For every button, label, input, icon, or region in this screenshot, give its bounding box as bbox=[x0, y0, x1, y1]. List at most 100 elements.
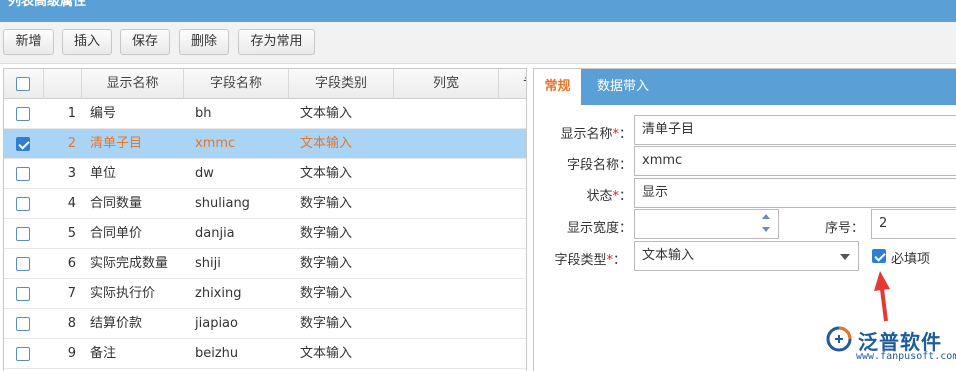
row-checkbox-cell[interactable] bbox=[4, 189, 44, 219]
select-all-checkbox[interactable] bbox=[16, 77, 30, 91]
display-width-input[interactable] bbox=[634, 209, 779, 239]
row-number: 2 bbox=[67, 136, 76, 151]
row-checkbox-cell[interactable] bbox=[4, 339, 44, 369]
cell-field-name[interactable]: beizhu bbox=[195, 339, 289, 369]
fanpu-logo-icon bbox=[826, 326, 852, 352]
header-field-name[interactable]: 字段名称 bbox=[184, 69, 289, 99]
cell-field-type[interactable]: 文本输入 bbox=[300, 159, 394, 189]
delete-button[interactable]: 删除 bbox=[179, 29, 229, 55]
cell-field-type[interactable]: 数字输入 bbox=[300, 189, 394, 219]
row-checkbox-cell[interactable] bbox=[4, 279, 44, 309]
required-checkbox[interactable] bbox=[872, 249, 888, 265]
table-row[interactable]: 5 合同单价 danjia 数字输入 bbox=[4, 219, 526, 249]
window-titlebar: 列表高级属性 bbox=[0, 0, 956, 22]
field-name-input[interactable]: xmmc bbox=[634, 146, 956, 176]
chevron-down-icon[interactable] bbox=[840, 254, 850, 260]
table-row[interactable]: 6 实际完成数量 shiji 数字输入 bbox=[4, 249, 526, 279]
header-select-all[interactable] bbox=[4, 69, 44, 99]
row-checkbox[interactable] bbox=[16, 137, 30, 151]
field-type-label-text: 字段类型 bbox=[554, 253, 607, 268]
cell-field-type[interactable]: 数字输入 bbox=[300, 309, 394, 339]
cell-field-name[interactable]: dw bbox=[195, 159, 289, 189]
row-checkbox-cell[interactable] bbox=[4, 309, 44, 339]
row-checkbox[interactable] bbox=[16, 317, 30, 331]
field-grid: 显示名称 字段名称 字段类别 列宽 专 1 编号 bh 文本输入 2 清单子目 xmmc 文本… bbox=[3, 68, 527, 371]
display-name-label: 显示名称*： bbox=[560, 127, 632, 142]
row-checkbox[interactable] bbox=[16, 227, 30, 241]
cell-field-name[interactable]: jiapiao bbox=[195, 309, 289, 339]
cell-field-type[interactable]: 文本输入 bbox=[300, 129, 394, 159]
required-star: * bbox=[606, 253, 613, 268]
cell-field-name[interactable]: shiji bbox=[195, 249, 289, 279]
cell-field-type[interactable]: 文本输入 bbox=[300, 99, 394, 129]
save-common-button[interactable]: 存为常用 bbox=[238, 29, 315, 55]
display-width-label: 显示宽度： bbox=[566, 221, 632, 236]
seq-input[interactable]: 2 bbox=[871, 209, 956, 239]
cell-field-name[interactable]: danjia bbox=[195, 219, 289, 249]
field-name-label: 字段名称： bbox=[566, 158, 632, 173]
header-display-name[interactable]: 显示名称 bbox=[82, 69, 184, 99]
insert-button[interactable]: 插入 bbox=[62, 29, 112, 55]
field-type-select[interactable]: 文本输入 bbox=[634, 241, 859, 271]
row-checkbox[interactable] bbox=[16, 107, 30, 121]
row-checkbox[interactable] bbox=[16, 167, 30, 181]
cell-display-name[interactable]: 合同单价 bbox=[90, 219, 184, 249]
cell-display-name[interactable]: 清单子目 bbox=[90, 129, 184, 159]
row-number: 1 bbox=[67, 106, 76, 121]
display-name-label-text: 显示名称 bbox=[560, 127, 613, 142]
field-type-label: 字段类型*： bbox=[554, 253, 626, 268]
cell-field-name[interactable]: bh bbox=[195, 99, 289, 129]
cell-display-name[interactable]: 备注 bbox=[90, 339, 184, 369]
header-field-type[interactable]: 字段类别 bbox=[289, 69, 394, 99]
toolbar: 新增 插入 保存 删除 存为常用 bbox=[0, 22, 956, 64]
status-label: 状态*： bbox=[586, 189, 632, 204]
cell-field-type[interactable]: 数字输入 bbox=[300, 219, 394, 249]
row-number: 8 bbox=[67, 316, 76, 331]
row-checkbox-cell[interactable] bbox=[4, 159, 44, 189]
field-type-value: 文本输入 bbox=[642, 248, 695, 263]
table-row[interactable]: 1 编号 bh 文本输入 bbox=[4, 99, 526, 129]
cell-display-name[interactable]: 合同数量 bbox=[90, 189, 184, 219]
add-button[interactable]: 新增 bbox=[3, 29, 54, 55]
cell-field-type[interactable]: 文本输入 bbox=[300, 339, 394, 369]
row-number: 7 bbox=[67, 286, 76, 301]
tab-data-import[interactable]: 数据带入 bbox=[597, 69, 667, 105]
status-input[interactable]: 显示 bbox=[634, 178, 956, 208]
row-checkbox-cell[interactable] bbox=[4, 219, 44, 249]
header-rownum bbox=[44, 69, 82, 99]
table-row[interactable]: 9 备注 beizhu 文本输入 bbox=[4, 339, 526, 369]
save-button[interactable]: 保存 bbox=[120, 29, 170, 55]
width-spinner[interactable] bbox=[760, 210, 772, 238]
spin-down-icon[interactable] bbox=[762, 227, 770, 232]
cell-field-name[interactable]: zhixing bbox=[195, 279, 289, 309]
table-row[interactable]: 8 结算价款 jiapiao 数字输入 bbox=[4, 309, 526, 339]
row-number: 9 bbox=[67, 346, 76, 361]
cell-field-name[interactable]: shuliang bbox=[195, 189, 289, 219]
display-name-input[interactable]: 清单子目 bbox=[634, 115, 956, 145]
spin-up-icon[interactable] bbox=[762, 214, 770, 219]
row-checkbox[interactable] bbox=[16, 197, 30, 211]
row-checkbox-cell[interactable] bbox=[4, 249, 44, 279]
row-checkbox[interactable] bbox=[16, 287, 30, 301]
table-row[interactable]: 2 清单子目 xmmc 文本输入 bbox=[4, 129, 526, 159]
cell-display-name[interactable]: 实际执行价 bbox=[90, 279, 184, 309]
cell-display-name[interactable]: 编号 bbox=[90, 99, 184, 129]
cell-display-name[interactable]: 单位 bbox=[90, 159, 184, 189]
cell-field-type[interactable]: 数字输入 bbox=[300, 249, 394, 279]
tab-general[interactable]: 常规 bbox=[534, 69, 581, 105]
table-row[interactable]: 7 实际执行价 zhixing 数字输入 bbox=[4, 279, 526, 309]
cell-field-name[interactable]: xmmc bbox=[195, 129, 289, 159]
cell-field-type[interactable]: 数字输入 bbox=[300, 279, 394, 309]
row-checkbox[interactable] bbox=[16, 257, 30, 271]
cell-display-name[interactable]: 实际完成数量 bbox=[90, 249, 184, 279]
row-checkbox-cell[interactable] bbox=[4, 99, 44, 129]
row-checkbox-cell[interactable] bbox=[4, 129, 44, 159]
header-column-width[interactable]: 列宽 bbox=[394, 69, 499, 99]
header-extra[interactable]: 专 bbox=[499, 69, 526, 99]
table-row[interactable]: 3 单位 dw 文本输入 bbox=[4, 159, 526, 189]
status-label-text: 状态 bbox=[586, 189, 613, 204]
row-checkbox[interactable] bbox=[16, 347, 30, 361]
cell-display-name[interactable]: 结算价款 bbox=[90, 309, 184, 339]
table-row[interactable]: 4 合同数量 shuliang 数字输入 bbox=[4, 189, 526, 219]
required-check-icon[interactable] bbox=[872, 249, 886, 263]
